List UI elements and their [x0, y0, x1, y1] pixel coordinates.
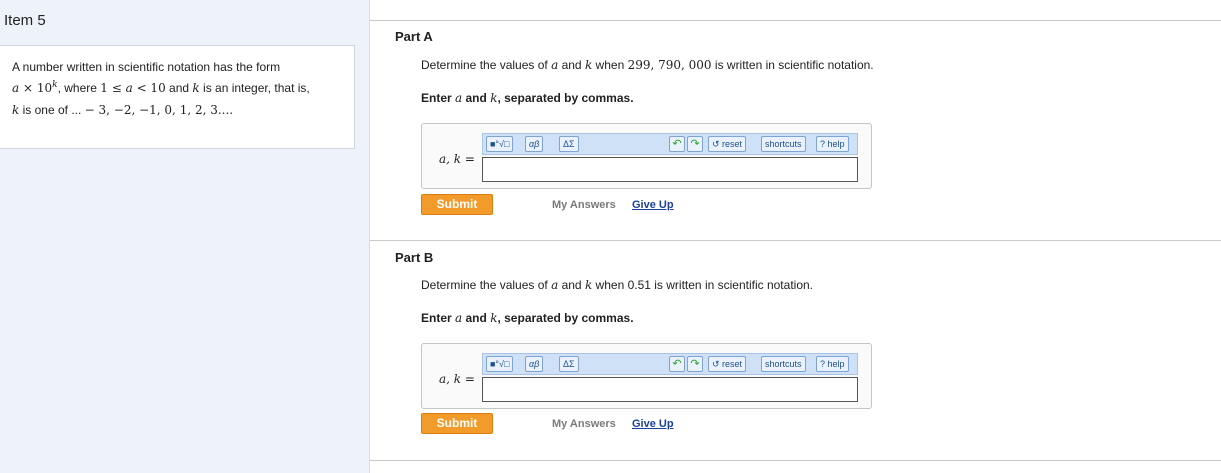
- instruction-text: Enter: [421, 311, 456, 325]
- prompt-text: when 0.51 is written in scientific notat…: [592, 278, 813, 292]
- shortcuts-button[interactable]: shortcuts: [761, 356, 806, 372]
- prompt-text: Determine the values of: [421, 58, 552, 72]
- give-up-link[interactable]: Give Up: [632, 199, 674, 211]
- templates-button[interactable]: ■°√□: [486, 136, 514, 152]
- symbols-button[interactable]: ΔΣ: [559, 356, 579, 372]
- answer-label: a, k =: [439, 152, 475, 166]
- answer-input[interactable]: [482, 377, 858, 402]
- instruction-text: and: [462, 311, 491, 325]
- math-number: 299, 790, 000: [627, 58, 712, 72]
- item-title: Item 5: [4, 12, 46, 29]
- give-up-link[interactable]: Give Up: [632, 418, 674, 430]
- submit-button[interactable]: Submit: [421, 413, 493, 434]
- submit-button[interactable]: Submit: [421, 194, 493, 215]
- intro-line-1: A number written in scientific notation …: [12, 60, 281, 74]
- math-ineq-2: < 10: [132, 81, 166, 95]
- redo-icon[interactable]: ↷: [687, 136, 703, 152]
- my-answers-link[interactable]: My Answers: [552, 418, 616, 430]
- where-text: , where: [57, 81, 101, 95]
- prompt-text: Determine the values of: [421, 278, 552, 292]
- my-answers-link[interactable]: My Answers: [552, 199, 616, 211]
- answer-label: a, k =: [439, 372, 475, 386]
- symbols-button[interactable]: ΔΣ: [559, 136, 579, 152]
- prompt-text: and: [558, 58, 585, 72]
- part-a-instruction: Enter a and k, separated by commas.: [421, 91, 634, 105]
- part-b-answer-box: a, k = ■°√□ αβ ΔΣ ↶ ↷ ↺ reset shortcuts …: [421, 343, 872, 409]
- redo-icon[interactable]: ↷: [687, 356, 703, 372]
- reset-button[interactable]: ↺ reset: [708, 356, 747, 372]
- part-b-instruction: Enter a and k, separated by commas.: [421, 311, 634, 325]
- intro-line-2: a × 10k, where 1 ≤ a < 10 and k is an in…: [12, 76, 342, 97]
- prompt-text: is written in scientific notation.: [711, 58, 874, 72]
- part-a-answer-box: a, k = ■°√□ αβ ΔΣ ↶ ↷ ↺ reset shortcuts …: [421, 123, 872, 189]
- divider-part-a: [370, 20, 1221, 21]
- integer-text: is an integer, that is,: [199, 81, 310, 95]
- instruction-text: , separated by commas.: [497, 91, 634, 105]
- problem-intro: A number written in scientific notation …: [0, 45, 355, 149]
- instruction-text: , separated by commas.: [497, 311, 634, 325]
- part-a-title: Part A: [395, 29, 433, 44]
- part-a-prompt: Determine the values of a and k when 299…: [421, 58, 874, 72]
- divider-part-c: [370, 460, 1221, 461]
- help-button[interactable]: ? help: [816, 136, 849, 152]
- undo-icon[interactable]: ↶: [669, 356, 685, 372]
- greek-button[interactable]: αβ: [525, 356, 544, 372]
- and-text: and: [165, 81, 193, 95]
- instruction-text: and: [462, 91, 491, 105]
- equation-toolbar: ■°√□ αβ ΔΣ ↶ ↷ ↺ reset shortcuts ? help: [482, 353, 858, 375]
- left-panel: Item 5 A number written in scientific no…: [0, 0, 370, 473]
- prompt-text: and: [558, 278, 585, 292]
- part-b-prompt: Determine the values of a and k when 0.5…: [421, 278, 813, 292]
- one-of-text: is one of ...: [19, 103, 85, 117]
- math-times-ten: × 10: [19, 81, 53, 95]
- math-k: k: [192, 81, 200, 95]
- prompt-text: when: [592, 58, 628, 72]
- part-b-title: Part B: [395, 250, 434, 265]
- answer-input[interactable]: [482, 157, 858, 182]
- divider-part-b: [370, 240, 1221, 241]
- math-ineq-a: a: [125, 81, 133, 95]
- reset-button[interactable]: ↺ reset: [708, 136, 747, 152]
- templates-button[interactable]: ■°√□: [486, 356, 514, 372]
- intro-line-3: k is one of ... − 3, −2, −1, 0, 1, 2, 3.…: [12, 101, 342, 119]
- instruction-text: Enter: [421, 91, 456, 105]
- help-button[interactable]: ? help: [816, 356, 849, 372]
- equation-toolbar: ■°√□ αβ ΔΣ ↶ ↷ ↺ reset shortcuts ? help: [482, 133, 858, 155]
- math-ineq-1: 1 ≤: [100, 81, 126, 95]
- shortcuts-button[interactable]: shortcuts: [761, 136, 806, 152]
- undo-icon[interactable]: ↶: [669, 136, 685, 152]
- integer-sequence: − 3, −2, −1, 0, 1, 2, 3....: [84, 103, 234, 117]
- greek-button[interactable]: αβ: [525, 136, 544, 152]
